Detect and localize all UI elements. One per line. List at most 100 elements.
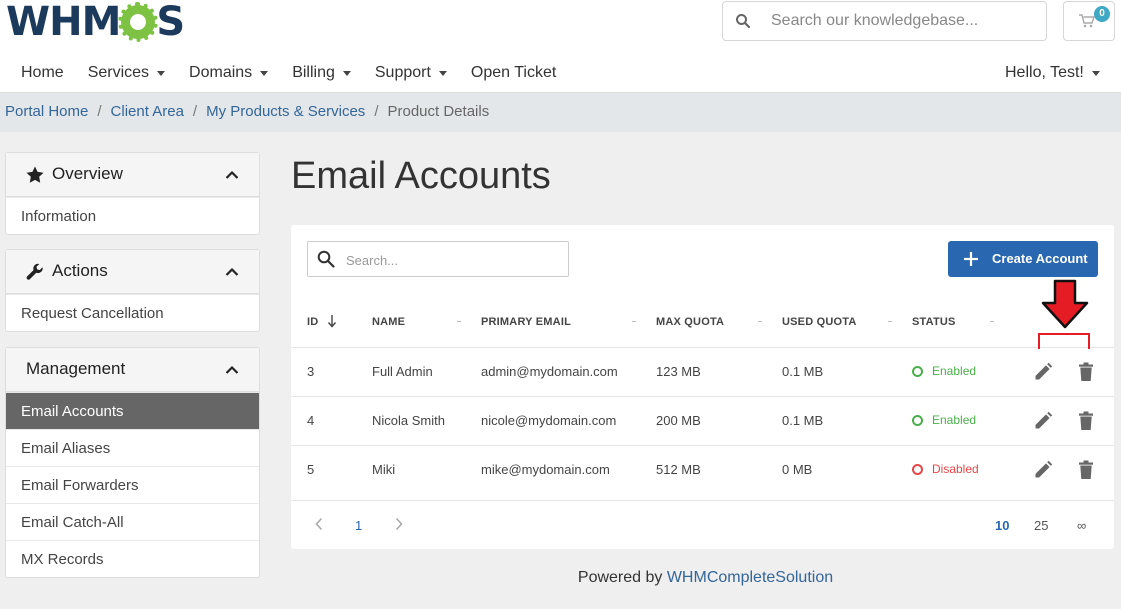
- status-badge: Enabled: [912, 413, 976, 427]
- nav-billing[interactable]: Billing: [280, 62, 363, 84]
- management-panel-title: Management: [26, 359, 126, 378]
- sidebar-management-panel: Management Email Accounts Email Aliases …: [5, 347, 260, 578]
- breadcrumb-current: Product Details: [387, 103, 490, 120]
- page-number[interactable]: 1: [355, 518, 362, 533]
- nav-domains-label: Domains: [189, 64, 253, 81]
- chevron-up-icon[interactable]: [225, 264, 239, 280]
- cart-count-badge: 0: [1094, 6, 1110, 22]
- column-header-status[interactable]: STATUS: [912, 316, 956, 328]
- cell-max-quota: 123 MB: [656, 364, 701, 379]
- nav-billing-label: Billing: [292, 64, 335, 81]
- nav-open-ticket[interactable]: Open Ticket: [459, 62, 568, 84]
- column-header-primary-email[interactable]: PRIMARY EMAIL: [481, 316, 571, 328]
- sidebar-item-email-aliases[interactable]: Email Aliases: [6, 429, 259, 466]
- chevron-up-icon[interactable]: [225, 362, 239, 378]
- create-account-button[interactable]: Create Account: [948, 241, 1098, 277]
- column-header-max-quota[interactable]: MAX QUOTA: [656, 316, 724, 328]
- cell-max-quota: 512 MB: [656, 462, 701, 477]
- sort-descending-icon[interactable]: [327, 314, 337, 331]
- whmcs-logo[interactable]: WHM S: [6, 0, 185, 45]
- breadcrumb-separator: /: [374, 103, 379, 120]
- column-divider: [632, 321, 636, 322]
- cart-button[interactable]: 0: [1063, 1, 1115, 41]
- nav-services[interactable]: Services: [76, 62, 177, 84]
- status-dot-icon: [912, 365, 923, 377]
- nav-support[interactable]: Support: [363, 62, 459, 84]
- sidebar-item-information[interactable]: Information: [6, 197, 259, 234]
- caret-down-icon: [438, 70, 447, 76]
- edit-pencil-icon[interactable]: [1033, 460, 1053, 483]
- table-search-input[interactable]: [346, 251, 556, 269]
- highlight-box: [1038, 333, 1090, 349]
- table-search: [307, 241, 569, 277]
- top-header: WHM S 0 Home Services Domains Billing Sup…: [0, 0, 1121, 92]
- pagination-bar: 1 10 25 ∞: [291, 500, 1114, 549]
- main-nav: Home Services Domains Billing Support Op…: [9, 62, 568, 84]
- sidebar-item-email-accounts[interactable]: Email Accounts: [6, 392, 259, 429]
- sidebar-item-email-catch-all[interactable]: Email Catch-All: [6, 503, 259, 540]
- sidebar-actions-panel: Actions Request Cancellation: [5, 249, 260, 332]
- page-title: Email Accounts: [291, 155, 551, 197]
- breadcrumb-products-services[interactable]: My Products & Services: [206, 103, 365, 120]
- breadcrumb-separator: /: [192, 103, 198, 120]
- footer-link[interactable]: WHMCompleteSolution: [667, 569, 833, 586]
- knowledgebase-search: [722, 1, 1047, 41]
- status-label: Disabled: [932, 462, 979, 476]
- sidebar-item-email-forwarders[interactable]: Email Forwarders: [6, 466, 259, 503]
- overview-panel-header[interactable]: Overview: [6, 153, 259, 197]
- breadcrumb: Portal Home / Client Area / My Products …: [5, 103, 489, 120]
- status-badge: Enabled: [912, 364, 976, 378]
- trash-icon[interactable]: [1078, 460, 1094, 483]
- sidebar-overview-panel: Overview Information: [5, 152, 260, 235]
- star-icon: [26, 166, 44, 186]
- user-menu[interactable]: Hello, Test!: [1005, 62, 1100, 84]
- footer: Powered by WHMCompleteSolution: [0, 569, 1121, 587]
- actions-panel-header[interactable]: Actions: [6, 250, 259, 294]
- breadcrumb-separator: /: [97, 103, 102, 120]
- email-accounts-table-card: Create Account ID NAME PRIMARY EMAIL MAX…: [291, 225, 1114, 549]
- cell-id: 3: [307, 364, 315, 379]
- page-size-25[interactable]: 25: [1034, 518, 1048, 533]
- cell-id: 5: [307, 462, 315, 477]
- breadcrumb-client-area[interactable]: Client Area: [111, 103, 184, 120]
- actions-panel-title: Actions: [52, 261, 108, 280]
- cell-max-quota: 200 MB: [656, 413, 701, 428]
- column-divider: [758, 321, 762, 322]
- chevron-right-icon[interactable]: [395, 517, 403, 534]
- wrench-icon: [26, 263, 44, 284]
- trash-icon[interactable]: [1078, 362, 1094, 385]
- nav-home[interactable]: Home: [9, 62, 76, 84]
- breadcrumb-portal-home[interactable]: Portal Home: [5, 103, 88, 120]
- search-icon: [735, 13, 751, 32]
- caret-down-icon: [342, 70, 351, 76]
- sidebar-item-request-cancellation[interactable]: Request Cancellation: [6, 294, 259, 331]
- status-label: Enabled: [932, 364, 977, 378]
- management-panel-header[interactable]: Management: [6, 348, 259, 392]
- shopping-cart-icon: [1079, 14, 1095, 31]
- nav-open-ticket-label: Open Ticket: [470, 64, 557, 81]
- user-menu-label: Hello, Test!: [1005, 64, 1084, 81]
- knowledgebase-search-input[interactable]: [771, 10, 1036, 32]
- column-header-used-quota[interactable]: USED QUOTA: [782, 316, 857, 328]
- table-row: 3 Full Admin admin@mydomain.com 123 MB 0…: [291, 347, 1114, 396]
- status-dot-icon: [912, 414, 923, 426]
- nav-domains[interactable]: Domains: [177, 62, 280, 84]
- chevron-left-icon[interactable]: [315, 517, 323, 534]
- status-dot-icon: [912, 463, 923, 475]
- page-size-10[interactable]: 10: [995, 518, 1009, 533]
- nav-services-label: Services: [87, 64, 150, 81]
- chevron-up-icon[interactable]: [225, 167, 239, 183]
- caret-down-icon: [260, 70, 269, 76]
- edit-pencil-icon[interactable]: [1033, 362, 1053, 385]
- status-badge: Disabled: [912, 462, 979, 476]
- create-account-label: Create Account: [992, 251, 1088, 266]
- column-header-name[interactable]: NAME: [372, 316, 405, 328]
- trash-icon[interactable]: [1078, 411, 1094, 434]
- page-size-all[interactable]: ∞: [1077, 518, 1086, 533]
- cell-name: Nicola Smith: [372, 413, 445, 428]
- edit-pencil-icon[interactable]: [1033, 411, 1053, 434]
- logo-text-left: WHM: [6, 0, 121, 45]
- column-header-id[interactable]: ID: [307, 316, 318, 328]
- caret-down-icon: [1091, 70, 1100, 76]
- caret-down-icon: [157, 70, 166, 76]
